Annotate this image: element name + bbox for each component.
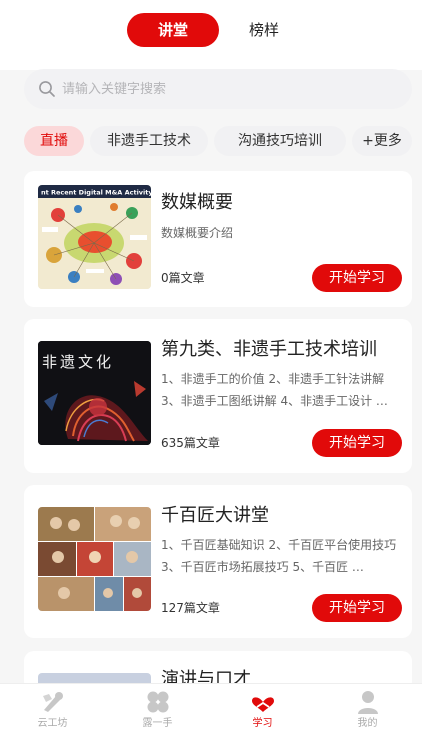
article-count: 0篇文章 (161, 271, 205, 285)
start-learning-button[interactable]: 开始学习 (312, 429, 402, 457)
course-title: 千百匠大讲堂 (161, 505, 269, 526)
category-chip-live[interactable]: 直播 (24, 126, 84, 156)
course-description: 数媒概要介绍 (161, 226, 234, 240)
tab-label: 学习 (252, 718, 273, 729)
article-count: 635篇文章 (161, 436, 220, 450)
person-icon (358, 691, 378, 714)
category-chip-more[interactable]: +更多 (352, 126, 412, 156)
search-icon (39, 81, 55, 97)
course-thumbnail (38, 507, 151, 611)
course-title: 数媒概要 (161, 192, 233, 213)
tab-label: 我的 (357, 718, 378, 729)
intangible-heritage-image: 非遗文化 (38, 341, 151, 445)
tab-showcase[interactable]: 露一手 (105, 684, 210, 750)
tab-profile[interactable]: 我的 (315, 684, 420, 750)
segment-lecture[interactable]: 讲堂 (127, 13, 219, 47)
category-chip-intangible-craft[interactable]: 非遗手工技术 (90, 126, 208, 156)
tab-study[interactable]: 学习 (210, 684, 315, 750)
bottom-tab-bar: 云工坊 露一手 学习 我的 (0, 683, 422, 750)
tab-label: 云工坊 (37, 718, 68, 729)
heart-study-icon (252, 697, 274, 712)
course-card[interactable]: 千百匠大讲堂 1、千百匠基础知识 2、千百匠平台使用技巧 3、千百匠市场拓展技巧… (24, 485, 412, 638)
segment-role-models[interactable]: 榜样 (220, 13, 308, 47)
search-input[interactable] (62, 69, 402, 109)
top-header: 讲堂 榜样 (0, 0, 422, 70)
course-card[interactable]: nt Recent Digital M&A Activity 数媒概要 数媒概要… (24, 171, 412, 307)
category-chip-communication[interactable]: 沟通技巧培训 (214, 126, 346, 156)
thumbnail-caption: 非遗文化 (42, 353, 114, 371)
collage-photo-image (38, 507, 151, 611)
tab-workshop[interactable]: 云工坊 (0, 684, 105, 750)
clover-icon (147, 691, 169, 713)
start-learning-button[interactable]: 开始学习 (312, 264, 402, 292)
course-title: 第九类、非遗手工技术培训 (161, 339, 377, 360)
thumbnail-caption: nt Recent Digital M&A Activity (41, 189, 151, 197)
infographic-image: nt Recent Digital M&A Activity (38, 185, 151, 289)
search-bar[interactable] (24, 69, 412, 109)
tab-label: 露一手 (142, 718, 173, 729)
tools-icon (43, 692, 63, 712)
start-learning-button[interactable]: 开始学习 (312, 594, 402, 622)
course-thumbnail: 非遗文化 (38, 341, 151, 445)
course-description: 1、千百匠基础知识 2、千百匠平台使用技巧 3、千百匠市场拓展技巧 5、千百匠 … (161, 538, 397, 574)
course-thumbnail: nt Recent Digital M&A Activity (38, 185, 151, 289)
course-description: 1、非遗手工的价值 2、非遗手工针法讲解 3、非遗手工图纸讲解 4、非遗手工设计… (161, 372, 388, 408)
course-card[interactable]: 非遗文化 第九类、非遗手工技术培训 1、非遗手工的价值 2、非遗手工针法讲解 3… (24, 319, 412, 473)
article-count: 127篇文章 (161, 601, 220, 615)
